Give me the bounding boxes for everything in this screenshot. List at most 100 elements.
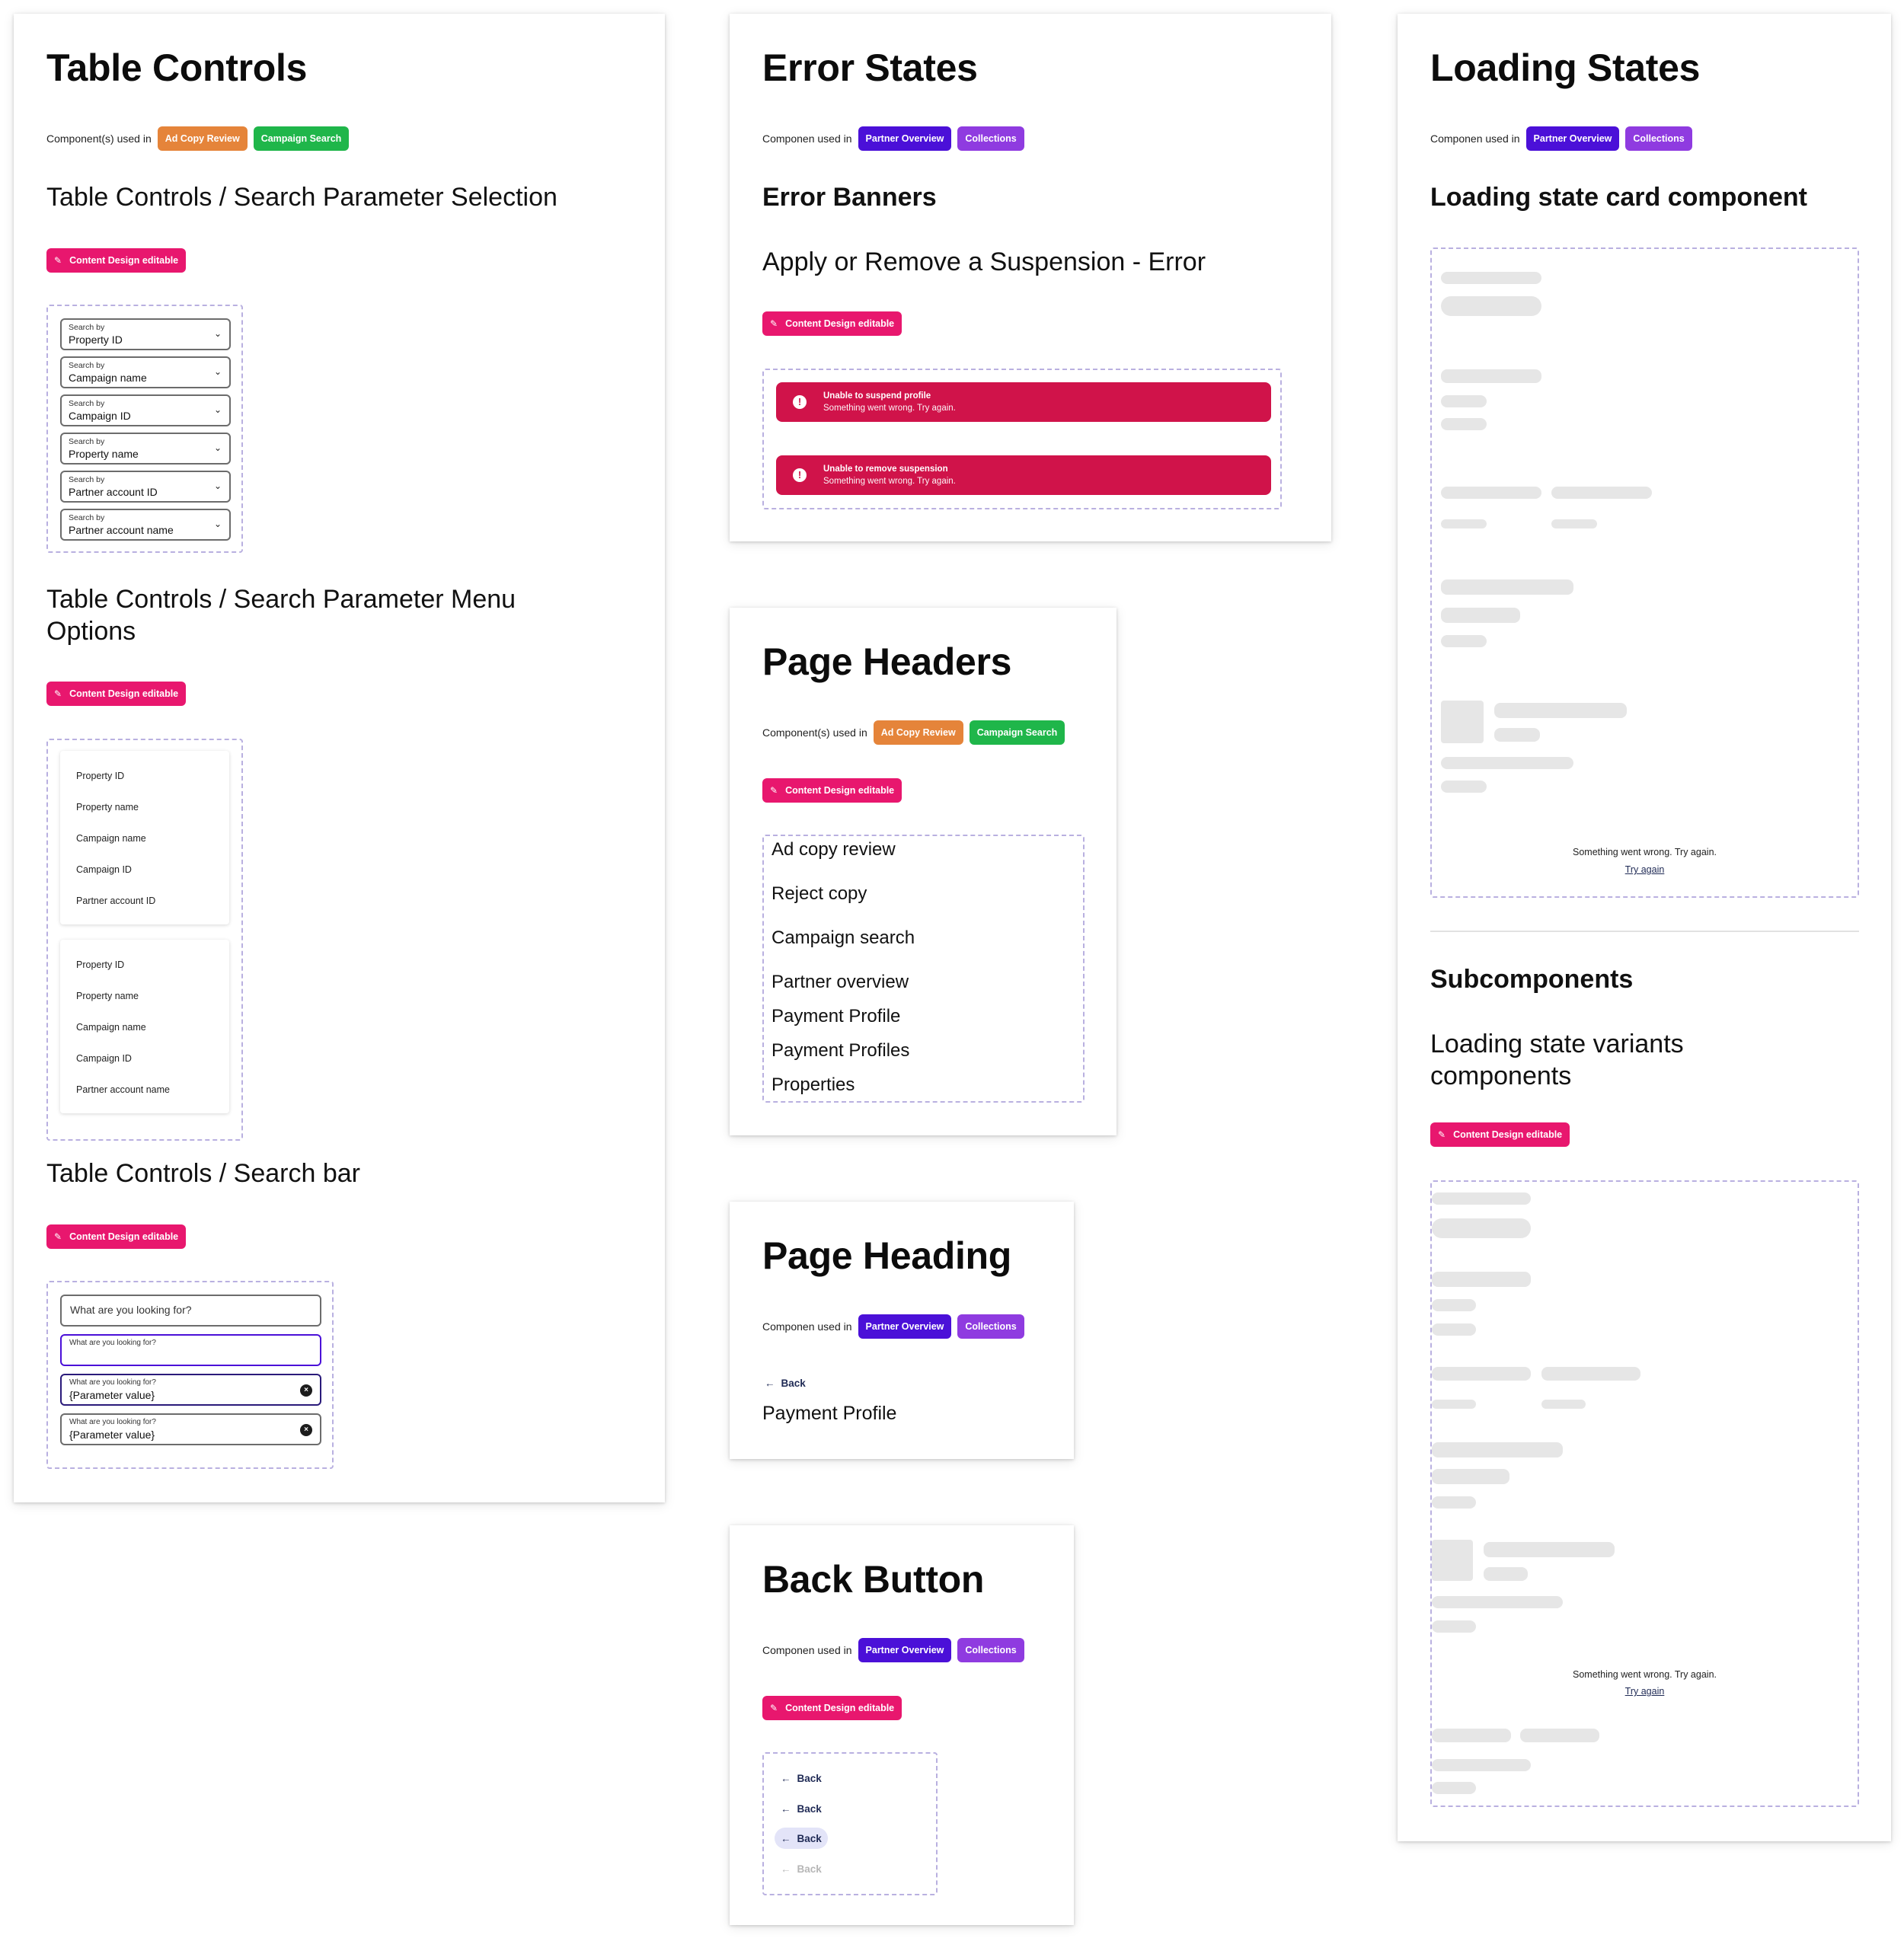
skeleton-line [1441,487,1541,499]
clear-icon[interactable]: × [300,1384,312,1397]
skeleton-line [1432,1367,1531,1381]
search-by-select[interactable]: Search by Partner account ID ⌄ [60,471,231,503]
used-in-row: Componen used in Partner Overview Collec… [762,1638,1024,1662]
tag-partner-overview[interactable]: Partner Overview [858,1638,952,1662]
section-subtitle: Loading state card component [1430,183,1807,212]
menu-item[interactable]: Partner account name [76,1084,170,1095]
tag-campaign-search[interactable]: Campaign Search [253,126,350,151]
menu-item[interactable]: Campaign name [76,833,146,844]
skeleton-line [1551,487,1652,499]
menu-item[interactable]: Campaign ID [76,1053,132,1064]
back-button-hover[interactable]: ← Back [775,1798,828,1819]
tag-collections[interactable]: Collections [1625,126,1692,151]
tag-collections[interactable]: Collections [957,1314,1024,1339]
content-design-editable-badge: ✎ Content Design editable [762,778,902,803]
page-title: Page Headers [762,640,1012,683]
back-link[interactable]: ← Back [759,1372,812,1394]
arrow-left-icon: ← [781,1802,791,1815]
search-parameter-selection-frame: Search by Property ID ⌄ Search by Campai… [46,305,243,553]
tag-partner-overview[interactable]: Partner Overview [858,126,952,151]
error-banner: ! Unable to remove suspension Something … [776,455,1271,495]
divider [1430,931,1859,932]
menu-item[interactable]: Property ID [76,771,124,781]
search-value: {Parameter value} [69,1389,155,1401]
page-title: Table Controls [46,46,308,89]
clear-icon[interactable]: × [300,1424,312,1436]
try-again-link[interactable]: Try again [1432,864,1858,875]
page-header-item: Payment Profiles [772,1040,910,1061]
back-button-pressed[interactable]: ← Back [775,1828,828,1849]
back-button-disabled: ← Back [775,1858,828,1879]
chevron-down-icon: ⌄ [213,404,222,415]
tag-campaign-search[interactable]: Campaign Search [969,720,1065,745]
search-input-focused[interactable]: What are you looking for? [60,1334,321,1366]
used-in-label: Componen used in [1430,132,1520,145]
content-design-editable-badge: ✎ Content Design editable [46,682,187,706]
tag-partner-overview[interactable]: Partner Overview [1525,126,1620,151]
select-value: Partner account name [69,524,174,536]
skeleton-thumbnail [1432,1540,1473,1581]
tag-collections[interactable]: Collections [957,1638,1024,1662]
search-by-select[interactable]: Search by Property name ⌄ [60,433,231,465]
menu-item[interactable]: Property name [76,991,139,1001]
back-label: Back [797,1802,822,1815]
page-title: Back Button [762,1558,985,1601]
pencil-icon: ✎ [770,1703,778,1713]
pencil-icon: ✎ [770,318,778,329]
pencil-icon: ✎ [1438,1129,1446,1140]
tag-collections[interactable]: Collections [957,126,1024,151]
search-input[interactable]: What are you looking for? [60,1295,321,1327]
section-subtitle: Subcomponents [1430,965,1634,994]
content-design-editable-badge: ✎ Content Design editable [762,1696,902,1720]
search-by-select[interactable]: Search by Campaign ID ⌄ [60,394,231,426]
search-by-select[interactable]: Search by Partner account name ⌄ [60,509,231,541]
tag-ad-copy-review[interactable]: Ad Copy Review [873,720,963,745]
skeleton-line [1432,1729,1511,1742]
back-button-card: Back Button Componen used in Partner Ove… [730,1525,1074,1925]
skeleton-line [1441,519,1487,528]
used-in-label: Component(s) used in [762,726,867,739]
badge-label: Content Design editable [1453,1129,1563,1140]
skeleton-line [1484,1567,1528,1581]
menu-item[interactable]: Campaign ID [76,864,132,875]
menu-item[interactable]: Property name [76,802,139,813]
search-by-select[interactable]: Search by Campaign name ⌄ [60,356,231,388]
search-bar-frame: What are you looking for? What are you l… [46,1281,334,1469]
search-input-filled-focused[interactable]: What are you looking for? {Parameter val… [60,1374,321,1406]
select-label: Search by [69,475,105,484]
menu-item[interactable]: Campaign name [76,1022,146,1033]
loading-card-frame: Something went wrong. Try again. Try aga… [1430,247,1859,898]
options-menu: Property ID Property name Campaign name … [60,940,229,1113]
skeleton-line [1541,1400,1586,1409]
skeleton-line [1432,1782,1476,1794]
menu-item[interactable]: Partner account ID [76,896,155,906]
back-label: Back [781,1377,806,1389]
select-value: Campaign ID [69,410,131,422]
select-label: Search by [69,437,105,446]
loading-error-text: Something went wrong. Try again. [1573,1669,1717,1680]
arrow-left-icon: ← [781,1832,791,1844]
tag-ad-copy-review[interactable]: Ad Copy Review [157,126,248,151]
page-headers-frame: Ad copy review Reject copy Campaign sear… [762,835,1085,1103]
arrow-left-icon: ← [765,1377,775,1389]
skeleton-line [1441,272,1541,284]
menu-item[interactable]: Property ID [76,959,124,970]
badge-label: Content Design editable [69,688,179,699]
section-title: Loading state variants components [1430,1030,1684,1090]
page-header-item: Campaign search [772,927,915,948]
skeleton-line [1432,1299,1476,1311]
page-heading-card: Page Heading Componen used in Partner Ov… [730,1202,1074,1459]
search-by-select[interactable]: Search by Property ID ⌄ [60,318,231,350]
chevron-down-icon: ⌄ [213,328,222,339]
arrow-left-icon: ← [781,1863,791,1875]
badge-label: Content Design editable [69,1231,179,1242]
pencil-icon: ✎ [54,1231,62,1242]
tag-partner-overview[interactable]: Partner Overview [858,1314,952,1339]
skeleton-line [1520,1729,1599,1742]
search-input-filled[interactable]: What are you looking for? {Parameter val… [60,1413,321,1445]
skeleton-line [1484,1542,1615,1557]
search-label: What are you looking for? [69,1378,156,1387]
banner-title: Unable to suspend profile [823,391,931,401]
back-button-default[interactable]: ← Back [775,1767,828,1789]
try-again-link[interactable]: Try again [1432,1686,1858,1697]
